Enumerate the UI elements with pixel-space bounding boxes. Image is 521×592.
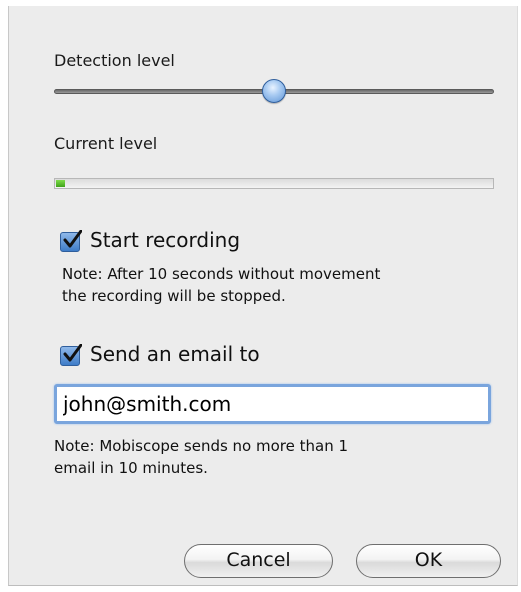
- settings-dialog: Detection level Current level Start reco…: [8, 6, 518, 586]
- current-level-meter-fill: [56, 180, 65, 187]
- email-input[interactable]: [54, 384, 491, 424]
- checkmark-icon: [63, 344, 82, 362]
- detection-level-label: Detection level: [54, 51, 175, 70]
- recording-note-line-2: the recording will be stopped.: [62, 287, 286, 305]
- send-email-label[interactable]: Send an email to: [90, 342, 260, 366]
- checkmark-icon: [63, 230, 82, 248]
- current-level-label: Current level: [54, 134, 158, 153]
- cancel-button[interactable]: Cancel: [184, 544, 333, 578]
- recording-note-line-1: Note: After 10 seconds without movement: [62, 265, 381, 283]
- email-note-line-2: email in 10 minutes.: [54, 459, 208, 477]
- send-email-checkbox[interactable]: [60, 344, 82, 366]
- email-note: Note: Mobiscope sends no more than 1 ema…: [54, 435, 348, 479]
- start-recording-label[interactable]: Start recording: [90, 228, 240, 252]
- ok-button[interactable]: OK: [356, 544, 501, 578]
- email-note-line-1: Note: Mobiscope sends no more than 1: [54, 437, 349, 455]
- recording-note: Note: After 10 seconds without movement …: [62, 263, 380, 307]
- start-recording-checkbox[interactable]: [60, 230, 82, 252]
- detection-level-slider-thumb[interactable]: [262, 79, 286, 103]
- current-level-meter: [54, 178, 494, 189]
